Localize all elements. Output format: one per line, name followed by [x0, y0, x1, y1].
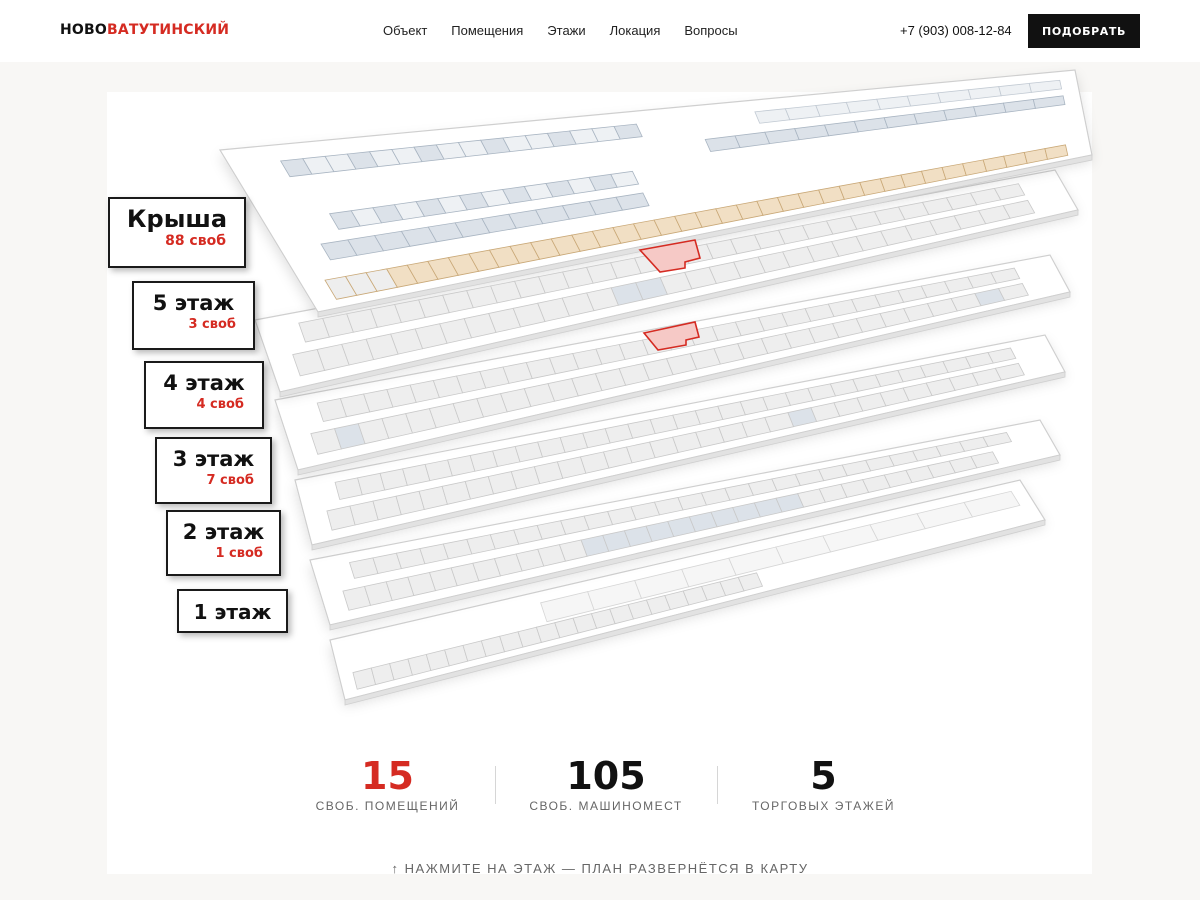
floor-name: 5 этаж [152, 291, 235, 315]
stat-label: СВОБ. МАШИНОМЕСТ [529, 799, 683, 813]
floor-label-4[interactable]: 4 этаж 4 своб [144, 361, 264, 429]
floor-free-count: 7 своб [206, 473, 254, 488]
stat-value: 15 [361, 754, 414, 798]
floor-free-count: 4 своб [196, 397, 244, 412]
floor-free-count: 3 своб [188, 317, 236, 332]
stat-value: 5 [810, 754, 837, 798]
stat-value: 105 [566, 754, 646, 798]
floor-label-roof[interactable]: Крыша 88 своб [108, 197, 246, 268]
stat-retail-floors: 5 ТОРГОВЫХ ЭТАЖЕЙ [736, 755, 911, 813]
floor-label-5[interactable]: 5 этаж 3 своб [132, 281, 255, 350]
hint-text: ↑ НАЖМИТЕ НА ЭТАЖ — ПЛАН РАЗВЕРНЁТСЯ В К… [391, 861, 809, 876]
floor-name: 1 этаж [193, 600, 272, 624]
stat-divider [717, 766, 718, 804]
stat-label: СВОБ. ПОМЕЩЕНИЙ [315, 799, 460, 813]
floor-name: Крыша [126, 205, 228, 233]
floor-label-1[interactable]: 1 этаж [177, 589, 288, 633]
stat-divider [495, 766, 496, 804]
floor-free-count: 88 своб [165, 233, 226, 249]
stat-label: ТОРГОВЫХ ЭТАЖЕЙ [751, 799, 896, 813]
floor-name: 2 этаж [182, 520, 265, 544]
floor-free-count: 1 своб [215, 546, 263, 561]
floor-name: 3 этаж [172, 447, 255, 471]
stat-free-premises: 15 СВОБ. ПОМЕЩЕНИЙ [300, 755, 475, 813]
floor-name: 4 этаж [163, 371, 245, 395]
stat-free-parking: 105 СВОБ. МАШИНОМЕСТ [516, 755, 696, 813]
floor-label-3[interactable]: 3 этаж 7 своб [155, 437, 272, 504]
floor-label-2[interactable]: 2 этаж 1 своб [166, 510, 281, 576]
